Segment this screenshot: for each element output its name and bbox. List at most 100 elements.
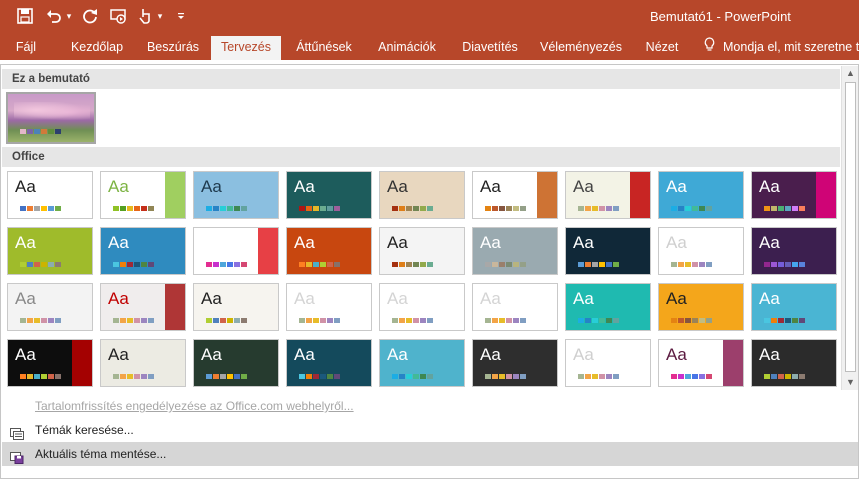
- theme-thumbnail[interactable]: Aa: [193, 227, 279, 275]
- theme-thumbnail[interactable]: Aa: [565, 171, 651, 219]
- color-swatch: [420, 374, 426, 379]
- color-swatch: [20, 129, 26, 134]
- theme-thumbnail[interactable]: Aa: [658, 227, 744, 275]
- undo-icon[interactable]: [44, 5, 64, 27]
- color-swatch: [392, 206, 398, 211]
- start-from-beginning-icon[interactable]: [108, 5, 130, 27]
- color-swatch: [520, 262, 526, 267]
- theme-thumbnail[interactable]: Aa: [472, 339, 558, 387]
- theme-thumbnail[interactable]: Aa: [379, 171, 465, 219]
- theme-thumbnail[interactable]: Aa: [658, 171, 744, 219]
- color-swatch: [134, 206, 140, 211]
- tab-transitions[interactable]: Áttűnések: [290, 34, 358, 60]
- theme-thumbnail[interactable]: Aa: [565, 283, 651, 331]
- tab-animations[interactable]: Animációk: [372, 34, 442, 60]
- color-swatch: [699, 262, 705, 267]
- touch-mode-icon[interactable]: [136, 5, 154, 27]
- color-swatch: [20, 206, 26, 211]
- color-swatch: [41, 318, 47, 323]
- theme-thumbnail[interactable]: Aa: [472, 283, 558, 331]
- theme-thumbnail[interactable]: Aa: [286, 283, 372, 331]
- theme-thumbnail[interactable]: Aa: [7, 339, 93, 387]
- theme-thumbnail[interactable]: Aa: [751, 339, 837, 387]
- theme-thumbnail[interactable]: Aa: [7, 171, 93, 219]
- color-swatch: [34, 374, 40, 379]
- color-swatch: [113, 318, 119, 323]
- color-swatch: [399, 374, 405, 379]
- color-swatch: [234, 318, 240, 323]
- scrollbar-thumb[interactable]: [845, 82, 856, 372]
- color-swatch: [778, 374, 784, 379]
- tab-design[interactable]: Tervezés: [211, 36, 281, 60]
- theme-thumbnail[interactable]: Aa: [472, 171, 558, 219]
- color-swatch: [120, 206, 126, 211]
- color-swatch: [134, 318, 140, 323]
- tell-me-box[interactable]: Mondja el, mit szeretne te: [704, 34, 859, 60]
- theme-thumbnail[interactable]: Aa: [193, 339, 279, 387]
- color-swatch: [27, 318, 33, 323]
- current-presentation-theme[interactable]: [6, 92, 96, 144]
- color-swatch: [420, 318, 426, 323]
- theme-thumbnail[interactable]: Aa: [565, 227, 651, 275]
- theme-thumbnail[interactable]: Aa: [193, 171, 279, 219]
- theme-thumbnail[interactable]: Aa: [100, 171, 186, 219]
- gallery-scrollbar[interactable]: ▲ ▼: [841, 66, 858, 390]
- color-swatches: [113, 374, 155, 379]
- theme-thumbnail[interactable]: Aa: [100, 227, 186, 275]
- theme-thumbnail[interactable]: Aa: [751, 227, 837, 275]
- theme-thumbnail[interactable]: Aa: [658, 339, 744, 387]
- tab-file[interactable]: Fájl: [8, 34, 44, 60]
- color-swatch: [148, 374, 154, 379]
- theme-thumbnail[interactable]: Aa: [193, 283, 279, 331]
- touch-dropdown-icon[interactable]: ▾: [155, 5, 165, 27]
- tab-view[interactable]: Nézet: [640, 34, 684, 60]
- theme-thumbnail[interactable]: Aa: [100, 339, 186, 387]
- color-swatch: [299, 262, 305, 267]
- color-swatch: [427, 374, 433, 379]
- theme-thumbnail[interactable]: Aa: [658, 283, 744, 331]
- save-icon[interactable]: [12, 5, 38, 27]
- color-swatches: [392, 318, 434, 323]
- color-swatches: [485, 318, 527, 323]
- theme-thumbnail[interactable]: Aa: [100, 283, 186, 331]
- lightbulb-icon: [704, 34, 718, 60]
- color-swatches: [206, 374, 248, 379]
- tab-review[interactable]: Véleményezés: [538, 34, 624, 60]
- theme-thumbnail[interactable]: Aa: [286, 339, 372, 387]
- browse-themes-command[interactable]: Témák keresése...: [2, 418, 858, 442]
- theme-thumbnail[interactable]: Aa: [379, 227, 465, 275]
- theme-thumbnail[interactable]: Aa: [7, 283, 93, 331]
- tab-insert[interactable]: Beszúrás: [142, 34, 204, 60]
- color-swatch: [306, 206, 312, 211]
- theme-thumbnail[interactable]: Aa: [751, 283, 837, 331]
- theme-thumbnail[interactable]: Aa: [379, 339, 465, 387]
- tab-home[interactable]: Kezdőlap: [66, 34, 128, 60]
- customize-qat-icon[interactable]: [174, 5, 188, 27]
- color-swatch: [227, 262, 233, 267]
- color-swatch: [227, 206, 233, 211]
- color-swatch: [413, 374, 419, 379]
- theme-thumbnail[interactable]: Aa: [7, 227, 93, 275]
- theme-thumbnail[interactable]: Aa: [379, 283, 465, 331]
- tab-slideshow[interactable]: Diavetítés: [457, 34, 523, 60]
- theme-thumbnail[interactable]: Aa: [286, 227, 372, 275]
- color-swatch: [613, 374, 619, 379]
- theme-sample-text: Aa: [573, 345, 594, 364]
- scroll-up-icon[interactable]: ▲: [842, 66, 859, 81]
- color-swatch: [306, 262, 312, 267]
- save-current-theme-command[interactable]: Aktuális téma mentése...: [2, 442, 858, 466]
- theme-thumbnail[interactable]: Aa: [472, 227, 558, 275]
- color-swatch: [799, 206, 805, 211]
- theme-thumbnail[interactable]: Aa: [565, 339, 651, 387]
- scroll-down-icon[interactable]: ▼: [842, 375, 859, 390]
- theme-thumbnail[interactable]: Aa: [286, 171, 372, 219]
- color-swatch: [578, 206, 584, 211]
- color-swatch: [499, 318, 505, 323]
- redo-icon[interactable]: [80, 5, 100, 27]
- theme-sample-text: Aa: [108, 233, 129, 252]
- undo-dropdown-icon[interactable]: ▾: [64, 5, 74, 27]
- color-swatches: [113, 206, 155, 211]
- color-swatch: [399, 262, 405, 267]
- theme-accent-shape: [537, 172, 557, 218]
- theme-thumbnail[interactable]: Aa: [751, 171, 837, 219]
